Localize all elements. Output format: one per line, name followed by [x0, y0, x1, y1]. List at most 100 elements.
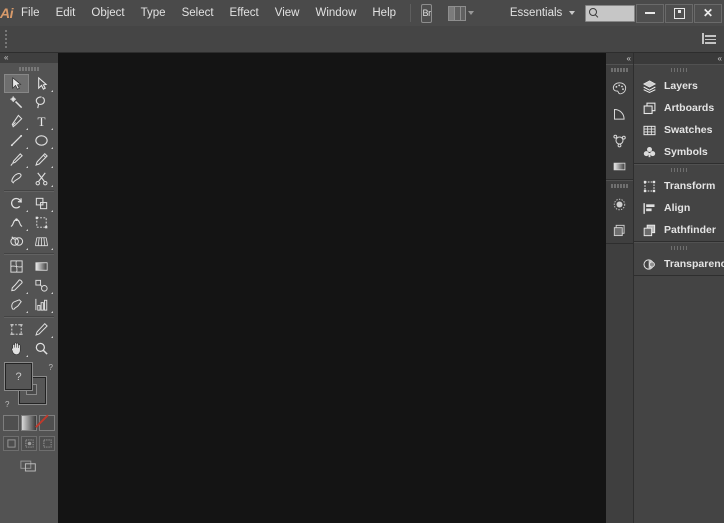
drag-grip[interactable] [606, 181, 633, 191]
column-graph-tool[interactable] [29, 295, 54, 314]
flyout-indicator-icon [26, 355, 28, 357]
scale-tool[interactable] [29, 194, 54, 213]
color-mode-gradient[interactable] [21, 415, 37, 431]
menu-type[interactable]: Type [133, 0, 174, 26]
pencil-tool[interactable] [29, 150, 54, 169]
illustrator-window: Ai File Edit Object Type Select Effect V… [0, 0, 724, 523]
menu-file[interactable]: File [13, 0, 48, 26]
close-button[interactable]: ✕ [694, 3, 722, 23]
tool-group-separator [4, 316, 54, 318]
panel-item-layers[interactable]: Layers [634, 75, 724, 97]
icon-group-brushes [606, 180, 633, 244]
default-fill-stroke-icon[interactable]: ? [5, 400, 9, 409]
paintbrush-tool[interactable] [4, 150, 29, 169]
flyout-indicator-icon [26, 292, 28, 294]
arrange-documents-button[interactable] [447, 5, 474, 21]
tool-group-separator [4, 190, 54, 192]
ellipse-tool[interactable] [29, 131, 54, 150]
menu-separator [410, 4, 412, 22]
hand-tool[interactable] [4, 339, 29, 358]
free-transform-tool[interactable] [29, 213, 54, 232]
selection-tool[interactable] [4, 74, 29, 93]
zoom-tool[interactable] [29, 339, 54, 358]
flyout-indicator-icon [51, 336, 53, 338]
flyout-indicator-icon [51, 147, 53, 149]
color-panel-icon[interactable] [606, 75, 633, 101]
type-tool[interactable]: T [29, 112, 54, 131]
gradient-tool[interactable] [29, 257, 54, 276]
drag-grip[interactable] [634, 65, 724, 75]
draw-inside-mode[interactable] [39, 436, 55, 451]
drag-grip[interactable] [606, 65, 633, 75]
maximize-button[interactable] [665, 3, 693, 23]
menu-view[interactable]: View [267, 0, 308, 26]
change-screen-mode-button[interactable] [18, 459, 40, 474]
perspective-grid-tool[interactable] [29, 232, 54, 251]
panel-menu-icon[interactable] [702, 32, 716, 46]
eraser-tool[interactable] [29, 169, 54, 188]
slice-tool[interactable] [29, 320, 54, 339]
bridge-button[interactable]: Br [421, 3, 432, 23]
swap-fill-stroke-icon[interactable]: ? [49, 363, 53, 372]
menu-edit[interactable]: Edit [48, 0, 84, 26]
menu-bar: Ai File Edit Object Type Select Effect V… [0, 0, 724, 27]
panel-label: Symbols [664, 146, 708, 158]
menu-select[interactable]: Select [174, 0, 222, 26]
mesh-tool[interactable] [4, 257, 29, 276]
fill-color-swatch[interactable]: ? [5, 363, 32, 390]
gradient-panel-icon[interactable] [606, 153, 633, 179]
eyedropper-tool[interactable] [4, 276, 29, 295]
symbols-panel-icon[interactable] [606, 217, 633, 243]
control-bar-grip[interactable] [0, 26, 9, 52]
flyout-indicator-icon [51, 90, 53, 92]
screen-mode-area [0, 459, 58, 474]
panel-item-symbols[interactable]: Symbols [634, 141, 724, 163]
color-guide-panel-icon[interactable] [606, 101, 633, 127]
panel-item-align[interactable]: Align [634, 197, 724, 219]
drag-grip[interactable] [634, 243, 724, 253]
symbol-sprayer-tool[interactable] [4, 295, 29, 314]
menu-help[interactable]: Help [364, 0, 404, 26]
color-mode-none[interactable] [39, 415, 55, 431]
icon-group-color [606, 64, 633, 180]
search-input[interactable] [602, 7, 631, 19]
draw-mode-buttons [0, 436, 58, 451]
draw-behind-mode[interactable] [21, 436, 37, 451]
collapse-chevrons-icon[interactable]: « [4, 54, 9, 62]
workspace-switcher[interactable]: Essentials [509, 7, 576, 19]
direct-selection-tool[interactable] [29, 74, 54, 93]
blend-tool[interactable] [29, 276, 54, 295]
collapse-chevrons-icon[interactable]: « [627, 54, 632, 63]
pen-tool[interactable] [4, 112, 29, 131]
brushes-panel-icon[interactable] [606, 191, 633, 217]
lasso-tool[interactable] [29, 93, 54, 112]
menu-effect[interactable]: Effect [222, 0, 267, 26]
search-field[interactable] [585, 4, 635, 22]
shape-builder-tool[interactable] [4, 232, 29, 251]
line-segment-tool[interactable] [4, 131, 29, 150]
graphic-styles-panel-icon[interactable] [606, 127, 633, 153]
panel-item-swatches[interactable]: Swatches [634, 119, 724, 141]
rotate-tool[interactable] [4, 194, 29, 213]
minimize-button[interactable] [636, 3, 664, 23]
magic-wand-tool[interactable] [4, 93, 29, 112]
workspace-label: Essentials [509, 7, 563, 19]
tools-panel-grip[interactable] [0, 63, 58, 74]
artboard-tool[interactable] [4, 320, 29, 339]
draw-normal-mode[interactable] [3, 436, 19, 451]
color-mode-solid[interactable] [3, 415, 19, 431]
panel-label: Transform [664, 180, 716, 192]
menu-window[interactable]: Window [307, 0, 364, 26]
collapse-chevrons-icon[interactable]: « [718, 54, 723, 63]
width-tool[interactable] [4, 213, 29, 232]
flyout-indicator-icon [26, 248, 28, 250]
panel-item-transparency[interactable]: Transparency [634, 253, 724, 275]
panel-item-transform[interactable]: Transform [634, 175, 724, 197]
document-canvas[interactable] [58, 53, 606, 523]
panel-item-artboards[interactable]: Artboards [634, 97, 724, 119]
flyout-indicator-icon [51, 248, 53, 250]
panel-item-pathfinder[interactable]: Pathfinder [634, 219, 724, 241]
drag-grip[interactable] [634, 165, 724, 175]
menu-object[interactable]: Object [83, 0, 132, 26]
blob-brush-tool[interactable] [4, 169, 29, 188]
